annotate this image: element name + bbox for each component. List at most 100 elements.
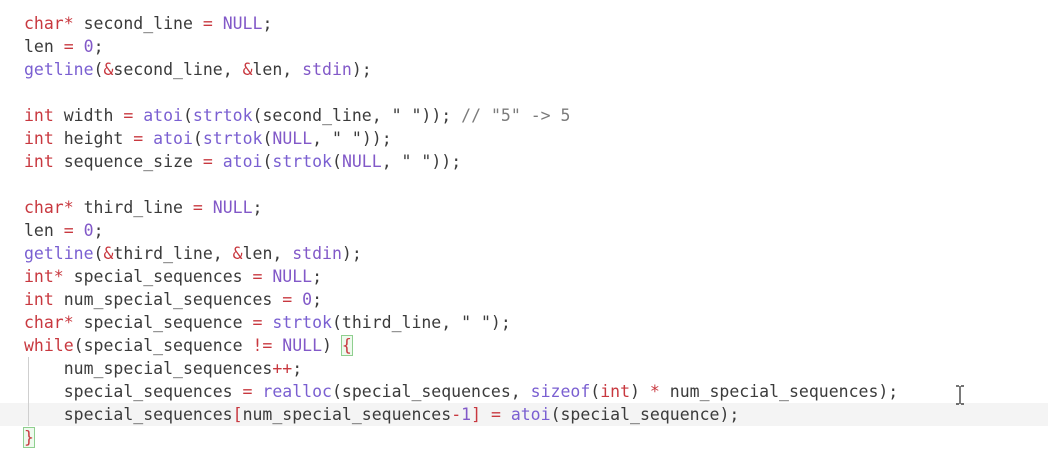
code-line[interactable]: len = 0; (0, 219, 1048, 242)
code-token: second_line, (113, 60, 243, 79)
code-line[interactable]: int num_special_sequences = 0; (0, 288, 1048, 311)
code-token: len, (252, 60, 303, 79)
code-line[interactable]: int* special_sequences = NULL; (0, 265, 1048, 288)
code-line[interactable]: getline(&third_line, &len, stdin); (0, 242, 1048, 265)
code-token: ( (262, 152, 273, 171)
code-token: ; (312, 290, 323, 309)
code-line[interactable]: int width = atoi(strtok(second_line, " "… (0, 104, 1048, 127)
code-line[interactable] (0, 81, 1048, 104)
code-editor[interactable]: char* second_line = NULL; len = 0; getline… (0, 0, 1048, 456)
code-token: (special_sequence (73, 336, 253, 355)
code-token: & (103, 244, 114, 263)
code-token: special_sequences (24, 405, 233, 424)
code-token: sequence_size (53, 152, 203, 171)
code-token: ( (182, 106, 193, 125)
code-token: = (490, 405, 501, 424)
code-token: ; (312, 267, 323, 286)
code-token: & (232, 244, 243, 263)
code-token: // "5" -> 5 (461, 106, 571, 125)
code-token: char* (24, 14, 74, 33)
code-token: ( (262, 129, 273, 148)
code-token: = (202, 14, 213, 33)
code-token: ); (351, 60, 372, 79)
code-line[interactable]: special_sequences = realloc(special_sequ… (0, 380, 1048, 403)
code-token: = (123, 106, 134, 125)
code-token: & (242, 60, 253, 79)
indent-guide (28, 403, 29, 426)
code-token: ; (252, 198, 263, 217)
code-token: len (24, 221, 64, 240)
code-token: 0 (302, 290, 313, 309)
code-token: special_sequence (73, 313, 253, 332)
code-token: int (24, 106, 54, 125)
code-line[interactable]: len = 0; (0, 35, 1048, 58)
code-token: special_sequences (63, 267, 253, 286)
code-line[interactable]: getline(&second_line, &len, stdin); (0, 58, 1048, 81)
code-token: int (600, 382, 631, 401)
code-token: realloc (262, 382, 332, 401)
code-token: 1 (461, 405, 472, 424)
code-token: stdin (292, 244, 342, 263)
code-token: NULL (272, 267, 313, 286)
code-token: ; (93, 37, 104, 56)
code-token: strtok (192, 106, 253, 125)
code-token: while (24, 336, 74, 355)
code-token: ( (192, 129, 203, 148)
code-line[interactable]: num_special_sequences++; (0, 357, 1048, 380)
code-token: = (192, 198, 203, 217)
code-token: strtok (202, 129, 263, 148)
code-token: ) (322, 336, 342, 355)
code-token: * (649, 382, 660, 401)
code-token: ( (93, 60, 104, 79)
code-line[interactable] (0, 173, 1048, 196)
code-token: = (242, 382, 253, 401)
code-token: ( (590, 382, 601, 401)
indent-guide (28, 357, 29, 380)
code-token: strtok (272, 313, 332, 332)
code-line[interactable]: int sequence_size = atoi(strtok(NULL, " … (0, 150, 1048, 173)
code-token: num_special_sequences (53, 290, 283, 309)
code-line[interactable]: } (0, 426, 1048, 449)
matching-brace: { (340, 335, 353, 356)
code-token: ); (341, 244, 362, 263)
code-line[interactable]: char* second_line = NULL; (0, 12, 1048, 35)
code-token: , " ")); (312, 129, 392, 148)
code-token: = (202, 152, 213, 171)
code-token: int* (24, 267, 64, 286)
code-line[interactable]: char* third_line = NULL; (0, 196, 1048, 219)
code-token: int (24, 152, 54, 171)
code-token: (second_line, " ")); (252, 106, 462, 125)
code-line[interactable]: while(special_sequence != NULL) { (0, 334, 1048, 357)
code-token: third_line, (113, 244, 233, 263)
code-token: int (24, 129, 54, 148)
code-token: (third_line, " "); (331, 313, 511, 332)
code-token: getline (24, 60, 94, 79)
indent-guide (28, 380, 29, 403)
code-token: 0 (83, 221, 94, 240)
matching-brace: } (23, 427, 35, 448)
code-token: int (24, 290, 54, 309)
code-lines[interactable]: char* second_line = NULL; len = 0; getline… (0, 12, 1048, 449)
code-token: width (53, 106, 124, 125)
code-token: atoi (510, 405, 551, 424)
code-token: stdin (302, 60, 352, 79)
code-line[interactable]: char* special_sequence = strtok(third_li… (0, 311, 1048, 334)
code-token: NULL (222, 14, 263, 33)
code-token: 0 (83, 37, 94, 56)
code-token: NULL (282, 336, 323, 355)
code-line[interactable]: special_sequences[num_special_sequences-… (0, 403, 1048, 426)
code-token: (special_sequence); (550, 405, 740, 424)
code-token: ; (93, 221, 104, 240)
code-token: atoi (222, 152, 263, 171)
code-token: sizeof (530, 382, 591, 401)
code-line[interactable]: int height = atoi(strtok(NULL, " ")); (0, 127, 1048, 150)
